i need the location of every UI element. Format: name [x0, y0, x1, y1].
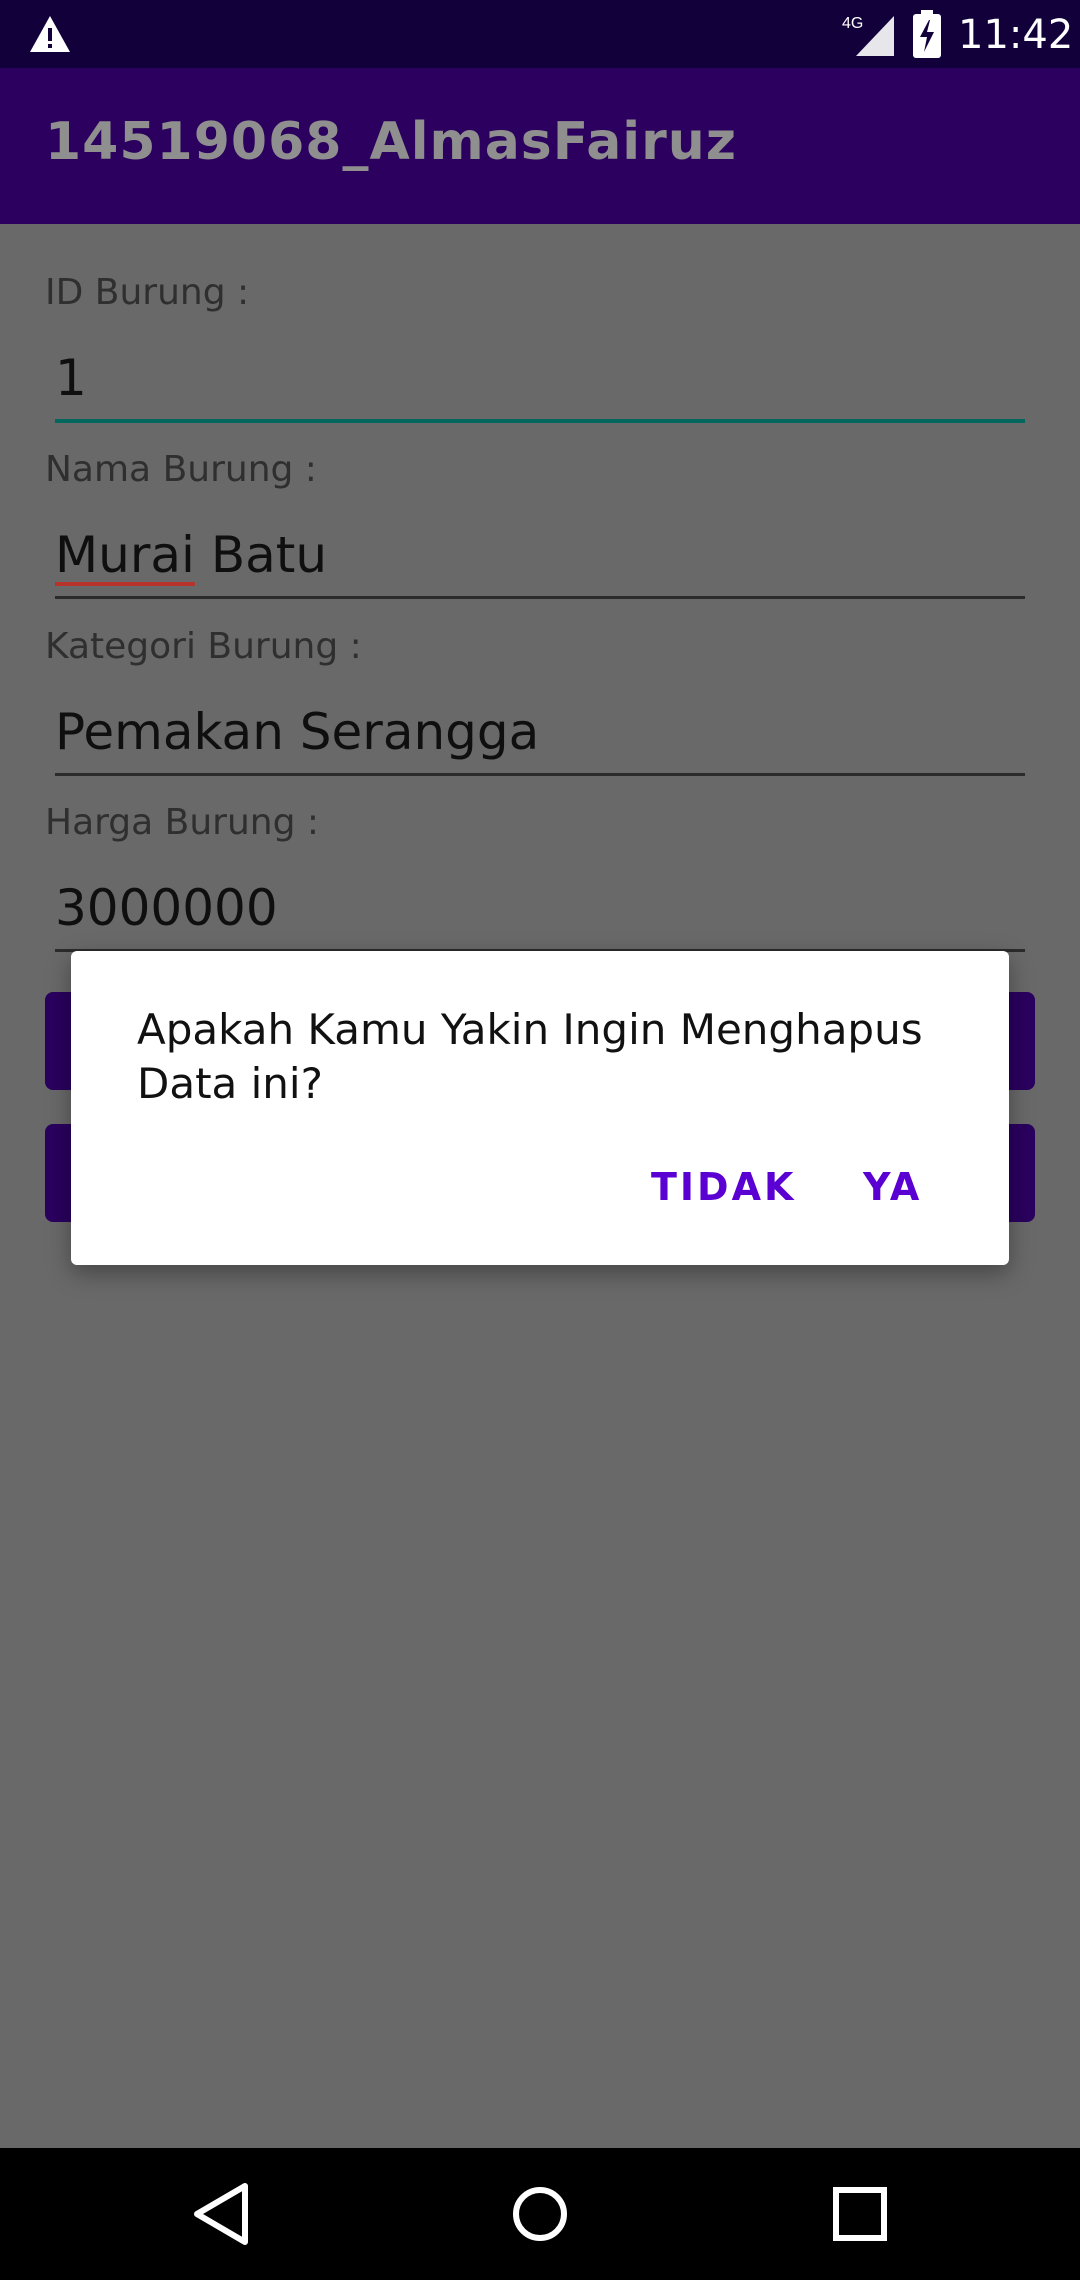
harga-burung-label: Harga Burung :: [45, 802, 320, 843]
kategori-burung-input[interactable]: Pemakan Serangga: [55, 703, 1025, 776]
network-type-label: 4G: [842, 15, 863, 32]
recents-icon[interactable]: [822, 2176, 898, 2252]
battery-charging-icon: [913, 10, 941, 58]
ya-button[interactable]: YA: [863, 1165, 922, 1209]
app-bar: 14519068_AlmasFairuz: [0, 68, 1080, 224]
harga-burung-input[interactable]: 3000000: [55, 879, 1025, 952]
nama-burung-value-rest: Batu: [194, 526, 328, 584]
status-bar: 4G 11:42: [0, 0, 1080, 68]
harga-burung-value: 3000000: [55, 879, 278, 937]
id-burung-value: 1: [55, 349, 87, 407]
dialog-message: Apakah Kamu Yakin Ingin Menghapus Data i…: [137, 1005, 923, 1108]
tidak-button[interactable]: TIDAK: [651, 1165, 796, 1209]
kategori-burung-value: Pemakan Serangga: [55, 703, 540, 761]
navigation-bar: [0, 2148, 1080, 2280]
nama-burung-input[interactable]: Murai Batu: [55, 526, 1025, 599]
back-icon[interactable]: [183, 2176, 259, 2252]
app-title: 14519068_AlmasFairuz: [45, 112, 738, 172]
nama-burung-value-misspelled: Murai: [55, 526, 195, 584]
signal-icon: 4G: [842, 15, 894, 56]
home-icon[interactable]: [502, 2176, 578, 2252]
nama-burung-label: Nama Burung :: [45, 449, 317, 490]
warning-icon: [30, 16, 70, 52]
kategori-burung-label: Kategori Burung :: [45, 626, 362, 667]
status-time: 11:42: [958, 12, 1074, 58]
id-burung-label: ID Burung :: [45, 272, 250, 313]
confirm-delete-dialog: Apakah Kamu Yakin Ingin Menghapus Data i…: [71, 951, 1009, 1265]
id-burung-input[interactable]: 1: [55, 349, 1025, 423]
